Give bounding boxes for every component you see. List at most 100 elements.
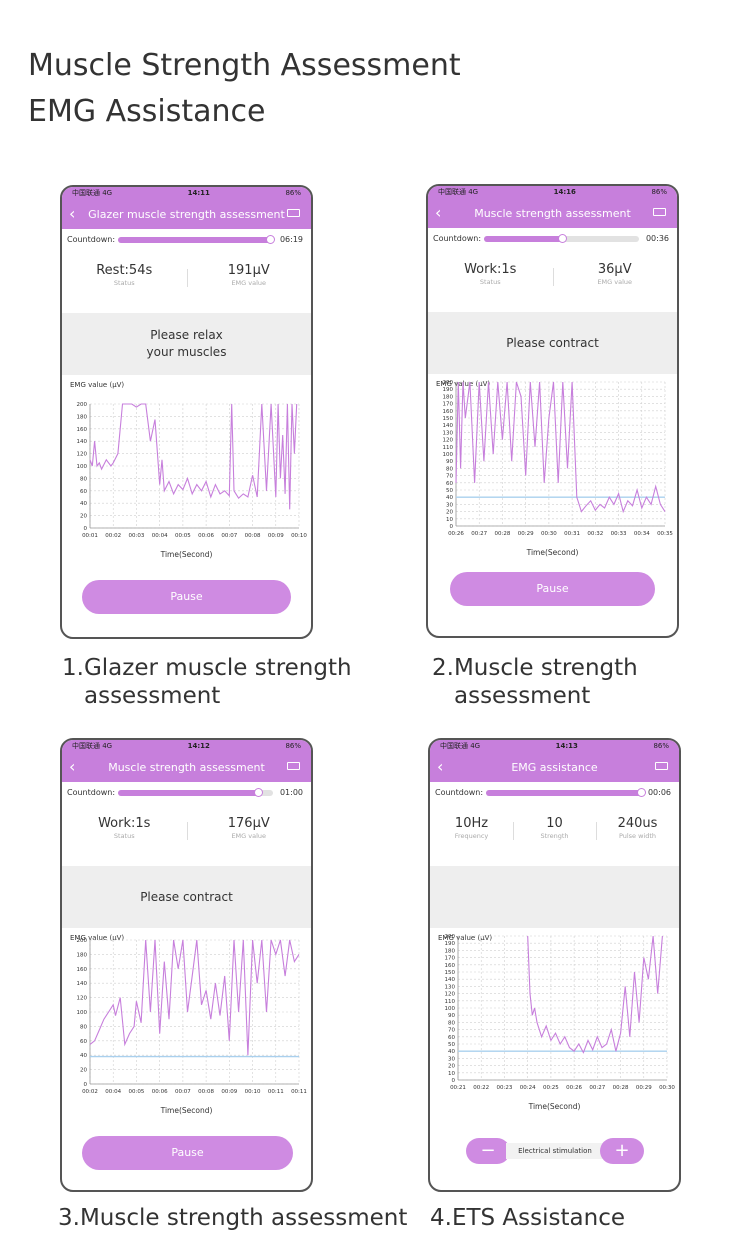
x-tick-label: 00:11 [291, 1089, 307, 1095]
stats-row: Rest:54s Status 191μV EMG value [62, 251, 311, 313]
pause-button[interactable]: Pause [82, 1136, 293, 1170]
y-tick-label: 20 [80, 1068, 87, 1074]
countdown-knob [265, 235, 275, 244]
y-tick-label: 90 [448, 1013, 455, 1019]
y-tick-label: 60 [80, 489, 87, 495]
stat-value: Work:1s [464, 262, 517, 277]
phone-screen: 中国联通 4G 14:12 86% ‹ Muscle strength assessme… [60, 738, 313, 1192]
countdown-knob [253, 788, 263, 797]
x-tick-label: 00:27 [471, 531, 487, 537]
y-tick-label: 180 [443, 394, 454, 400]
battery-label: 86% [285, 189, 301, 197]
y-tick-label: 120 [443, 438, 454, 444]
x-tick-label: 00:22 [473, 1085, 489, 1091]
battery-label: 86% [653, 742, 669, 750]
battery-label: 86% [285, 742, 301, 750]
device-battery-icon[interactable] [655, 762, 668, 770]
stat-value: 36μV [597, 262, 632, 277]
nav-bar: ‹ EMG assistance [430, 752, 679, 782]
device-battery-icon[interactable] [287, 762, 300, 770]
y-tick-label: 200 [77, 938, 88, 944]
countdown-knob [557, 234, 567, 243]
x-tick-label: 00:08 [198, 1089, 214, 1095]
screen-caption: 1.Glazer muscle strength assessment [62, 654, 352, 710]
y-tick-label: 40 [80, 501, 87, 507]
stats-row: Work:1s Status 36μV EMG value [428, 250, 677, 312]
y-tick-label: 160 [77, 427, 88, 433]
stat-value: 240us [617, 816, 658, 831]
y-tick-label: 100 [443, 452, 454, 458]
y-tick-label: 180 [445, 948, 456, 954]
y-tick-label: 160 [443, 409, 454, 415]
x-tick-label: 00:10 [291, 533, 307, 539]
x-axis-title: Time(Second) [160, 1106, 213, 1115]
stat-item: 36μV EMG value [553, 250, 678, 312]
instruction-box: Please contract [428, 312, 677, 374]
y-tick-label: 0 [450, 524, 454, 530]
screen-caption: 2.Muscle strength assessment [432, 654, 638, 710]
stat-item: 10 Strength [513, 804, 596, 866]
stat-item: Work:1s Status [428, 250, 553, 312]
stimulation-control: − Electrical stimulation + [466, 1138, 644, 1164]
stat-value: Work:1s [98, 816, 151, 831]
x-axis-title: Time(Second) [526, 548, 579, 557]
battery-label: 86% [651, 188, 667, 196]
stat-item: 10Hz Frequency [430, 804, 513, 866]
y-tick-label: 30 [448, 1056, 455, 1062]
x-tick-label: 00:06 [198, 533, 214, 539]
y-tick-label: 50 [448, 1042, 455, 1048]
emg-chart: 0 20 40 60 80 100 120 140 160 180 200 00:02 00:04 00:… [77, 938, 307, 1095]
y-tick-label: 150 [445, 970, 456, 976]
stat-item: 240us Pulse width [596, 804, 679, 866]
nav-title: EMG assistance [511, 761, 598, 774]
stat-label: Pulse width [618, 832, 657, 840]
x-tick-label: 00:05 [129, 1089, 145, 1095]
stat-divider [186, 269, 188, 287]
x-tick-label: 00:26 [566, 1085, 582, 1091]
carrier-label: 中国联通 4G [438, 188, 479, 196]
x-tick-label: 00:26 [448, 531, 464, 537]
clock-label: 14:16 [553, 188, 576, 196]
emg-chart: 0 20 40 60 80 100 120 140 160 180 200 00:01 00:02 00:… [77, 402, 308, 539]
countdown-knob [637, 788, 646, 797]
x-tick-label: 00:04 [152, 533, 168, 539]
stat-value: Rest:54s [96, 263, 153, 278]
x-tick-label: 00:35 [657, 531, 673, 537]
status-bar: 中国联通 4G 14:12 86% [62, 740, 311, 752]
y-tick-label: 110 [445, 999, 456, 1005]
nav-title: Muscle strength assessment [474, 207, 631, 220]
pause-button[interactable]: Pause [450, 572, 655, 606]
stat-divider [513, 822, 514, 840]
decrease-button[interactable]: − [466, 1138, 510, 1164]
page-title: Muscle Strength Assessment [28, 48, 461, 83]
y-tick-label: 200 [443, 380, 454, 386]
countdown-time: 00:36 [645, 234, 669, 243]
y-tick-label: 140 [77, 439, 88, 445]
y-tick-label: 170 [443, 402, 454, 408]
y-tick-label: 140 [77, 981, 88, 987]
stimulation-label: Electrical stimulation [506, 1143, 604, 1159]
instruction-box: Please relax your muscles [62, 313, 311, 375]
y-tick-label: 190 [445, 941, 456, 947]
x-tick-label: 00:01 [82, 533, 98, 539]
device-battery-icon[interactable] [287, 209, 300, 217]
device-battery-icon[interactable] [653, 208, 666, 216]
x-tick-label: 00:31 [564, 531, 580, 537]
x-tick-label: 00:09 [221, 1089, 237, 1095]
y-tick-label: 80 [448, 1020, 455, 1026]
y-tick-label: 10 [446, 517, 453, 523]
status-bar: 中国联通 4G 14:16 86% [428, 186, 677, 198]
pause-button[interactable]: Pause [82, 580, 291, 614]
y-tick-label: 120 [77, 452, 88, 458]
y-tick-label: 100 [77, 464, 88, 470]
increase-button[interactable]: + [600, 1138, 644, 1164]
nav-bar: ‹ Muscle strength assessment [62, 752, 311, 782]
stat-label: EMG value [231, 279, 267, 287]
countdown-row: Countdown: 06:19 [62, 229, 311, 251]
x-tick-label: 00:21 [450, 1085, 466, 1091]
x-tick-label: 00:32 [587, 531, 603, 537]
stats-row: Work:1s Status 176μV EMG value [62, 804, 311, 866]
y-tick-label: 50 [446, 488, 453, 494]
stat-label: EMG value [231, 832, 267, 840]
caption-line: 3.Muscle strength assessment [58, 1205, 408, 1231]
